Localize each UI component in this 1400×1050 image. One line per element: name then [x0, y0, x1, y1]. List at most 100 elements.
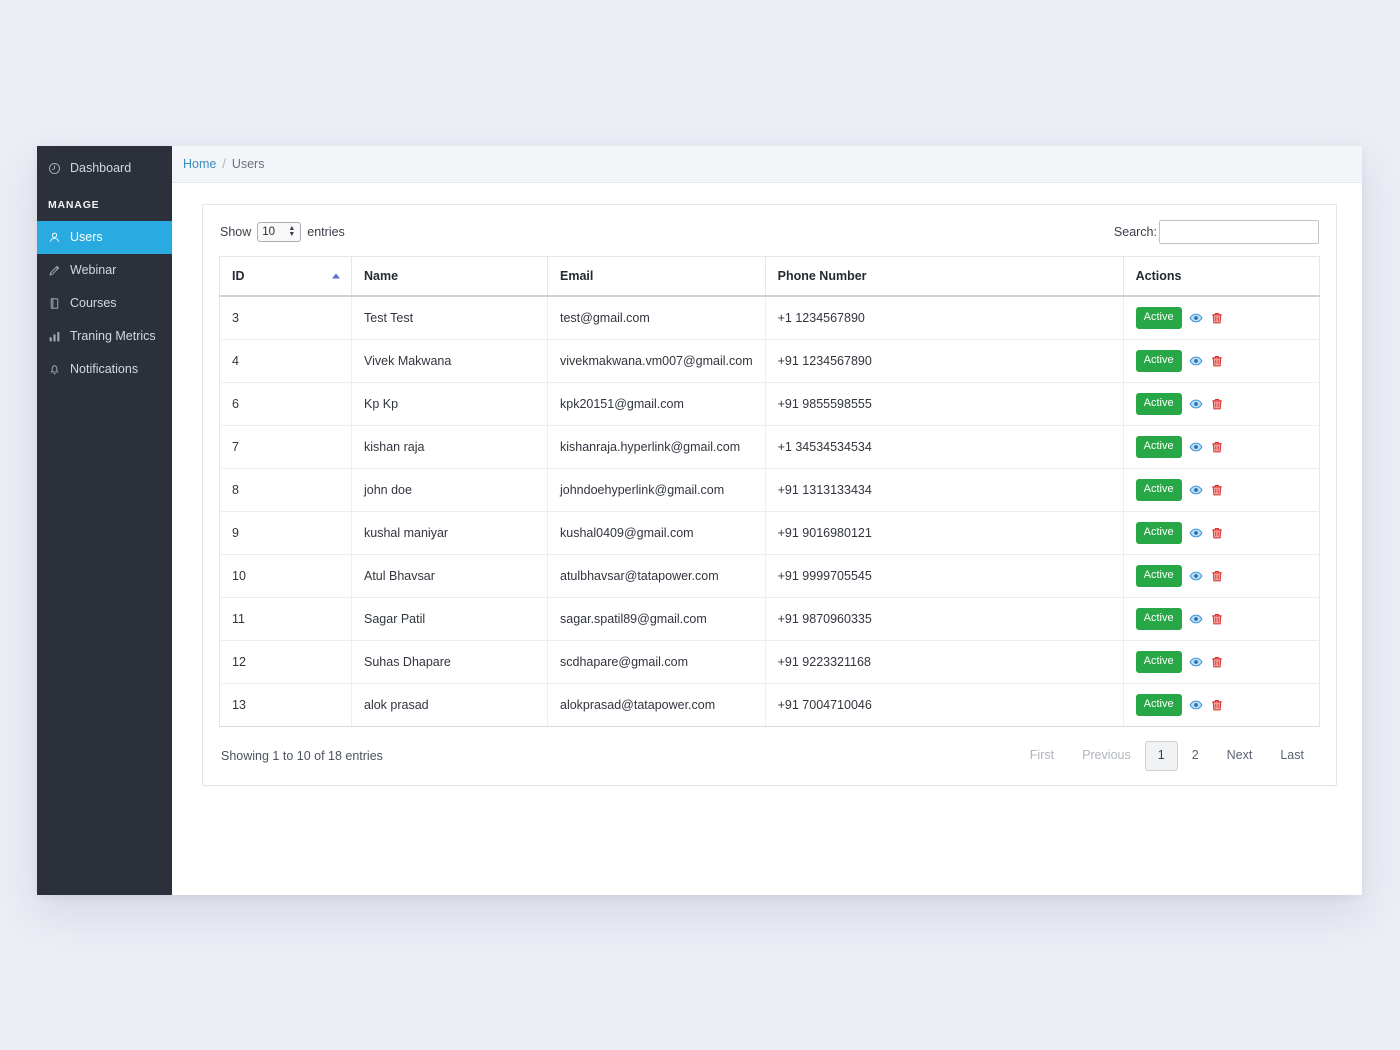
- status-badge[interactable]: Active: [1136, 694, 1182, 716]
- cell-name: john doe: [352, 469, 548, 512]
- status-badge[interactable]: Active: [1136, 350, 1182, 372]
- eye-icon[interactable]: [1189, 354, 1203, 368]
- page-content: Show 10 25 50 100 ▲▼ e: [172, 183, 1362, 895]
- pagination-button-last[interactable]: Last: [1266, 741, 1318, 771]
- trash-icon[interactable]: [1210, 311, 1224, 325]
- cell-id: 13: [220, 684, 352, 727]
- pagination-button-first: First: [1016, 741, 1068, 771]
- trash-icon[interactable]: [1210, 612, 1224, 626]
- users-table-card: Show 10 25 50 100 ▲▼ e: [202, 204, 1337, 786]
- sidebar-item-label: Webinar: [70, 264, 116, 277]
- eye-icon[interactable]: [1189, 483, 1203, 497]
- eye-icon[interactable]: [1189, 612, 1203, 626]
- cell-name: Sagar Patil: [352, 598, 548, 641]
- trash-icon[interactable]: [1210, 354, 1224, 368]
- cell-id: 6: [220, 383, 352, 426]
- sidebar-item-traning-metrics[interactable]: Traning Metrics: [37, 320, 172, 353]
- cell-phone: +91 9016980121: [765, 512, 1123, 555]
- table-row: 9kushal maniyarkushal0409@gmail.com+91 9…: [220, 512, 1320, 555]
- book-icon: [48, 297, 61, 310]
- column-header-id[interactable]: ID: [220, 257, 352, 297]
- cell-name: Vivek Makwana: [352, 340, 548, 383]
- column-header-label: Actions: [1136, 269, 1182, 283]
- column-header-label: ID: [232, 269, 245, 283]
- table-row: 6Kp Kpkpk20151@gmail.com+91 9855598555Ac…: [220, 383, 1320, 426]
- table-row: 10Atul Bhavsaratulbhavsar@tatapower.com+…: [220, 555, 1320, 598]
- column-header-label: Name: [364, 269, 398, 283]
- sidebar-item-users[interactable]: Users: [37, 221, 172, 254]
- trash-icon[interactable]: [1210, 483, 1224, 497]
- eye-icon[interactable]: [1189, 526, 1203, 540]
- cell-phone: +91 9999705545: [765, 555, 1123, 598]
- eye-icon[interactable]: [1189, 397, 1203, 411]
- cell-email: alokprasad@tatapower.com: [548, 684, 766, 727]
- actions-group: Active: [1136, 393, 1307, 415]
- column-header-name[interactable]: Name: [352, 257, 548, 297]
- cell-id: 10: [220, 555, 352, 598]
- cell-id: 3: [220, 296, 352, 340]
- trash-icon[interactable]: [1210, 397, 1224, 411]
- breadcrumb-link-home[interactable]: Home: [183, 157, 216, 171]
- trash-icon[interactable]: [1210, 655, 1224, 669]
- cell-email: kishanraja.hyperlink@gmail.com: [548, 426, 766, 469]
- sidebar-item-label: Users: [70, 231, 103, 244]
- trash-icon[interactable]: [1210, 698, 1224, 712]
- actions-group: Active: [1136, 479, 1307, 501]
- cell-name: kushal maniyar: [352, 512, 548, 555]
- table-footer: Showing 1 to 10 of 18 entries FirstPrevi…: [219, 727, 1320, 773]
- cell-actions: Active: [1123, 684, 1319, 727]
- sidebar-item-notifications[interactable]: Notifications: [37, 353, 172, 386]
- cell-email: vivekmakwana.vm007@gmail.com: [548, 340, 766, 383]
- column-header-phone-number[interactable]: Phone Number: [765, 257, 1123, 297]
- trash-icon[interactable]: [1210, 569, 1224, 583]
- cell-phone: +91 9870960335: [765, 598, 1123, 641]
- page-length-select[interactable]: 10 25 50 100: [257, 222, 301, 242]
- sidebar-item-dashboard[interactable]: Dashboard: [37, 152, 172, 185]
- actions-group: Active: [1136, 608, 1307, 630]
- eye-icon[interactable]: [1189, 311, 1203, 325]
- eye-icon[interactable]: [1189, 655, 1203, 669]
- search-input[interactable]: [1159, 220, 1319, 244]
- pagination-button-next[interactable]: Next: [1213, 741, 1267, 771]
- cell-phone: +91 9223321168: [765, 641, 1123, 684]
- table-body: 3Test Testtest@gmail.com+1 1234567890Act…: [220, 296, 1320, 727]
- status-badge[interactable]: Active: [1136, 393, 1182, 415]
- status-badge[interactable]: Active: [1136, 651, 1182, 673]
- actions-group: Active: [1136, 307, 1307, 329]
- status-badge[interactable]: Active: [1136, 479, 1182, 501]
- status-badge[interactable]: Active: [1136, 565, 1182, 587]
- status-badge[interactable]: Active: [1136, 608, 1182, 630]
- breadcrumb-separator: /: [222, 157, 225, 171]
- trash-icon[interactable]: [1210, 440, 1224, 454]
- status-badge[interactable]: Active: [1136, 307, 1182, 329]
- sidebar-item-webinar[interactable]: Webinar: [37, 254, 172, 287]
- cell-phone: +1 34534534534: [765, 426, 1123, 469]
- pagination-button-2[interactable]: 2: [1178, 741, 1213, 771]
- sidebar-item-label: Courses: [70, 297, 117, 310]
- actions-group: Active: [1136, 436, 1307, 458]
- eye-icon[interactable]: [1189, 440, 1203, 454]
- table-header: ID Name Email Phone Number: [220, 257, 1320, 297]
- cell-actions: Active: [1123, 555, 1319, 598]
- status-badge[interactable]: Active: [1136, 522, 1182, 544]
- column-header-label: Email: [560, 269, 593, 283]
- breadcrumb-current-users: Users: [232, 157, 265, 171]
- cell-actions: Active: [1123, 512, 1319, 555]
- eye-icon[interactable]: [1189, 569, 1203, 583]
- bar-chart-icon: [48, 330, 61, 343]
- cell-email: scdhapare@gmail.com: [548, 641, 766, 684]
- pagination-button-previous: Previous: [1068, 741, 1145, 771]
- pagination-button-1[interactable]: 1: [1145, 741, 1178, 771]
- table-row: 7kishan rajakishanraja.hyperlink@gmail.c…: [220, 426, 1320, 469]
- search-control: Search:: [1114, 220, 1319, 244]
- column-header-email[interactable]: Email: [548, 257, 766, 297]
- cell-name: Kp Kp: [352, 383, 548, 426]
- status-badge[interactable]: Active: [1136, 436, 1182, 458]
- eye-icon[interactable]: [1189, 698, 1203, 712]
- trash-icon[interactable]: [1210, 526, 1224, 540]
- pagination: FirstPrevious12NextLast: [1016, 741, 1318, 771]
- sidebar-item-courses[interactable]: Courses: [37, 287, 172, 320]
- cell-name: alok prasad: [352, 684, 548, 727]
- cell-id: 4: [220, 340, 352, 383]
- cell-email: sagar.spatil89@gmail.com: [548, 598, 766, 641]
